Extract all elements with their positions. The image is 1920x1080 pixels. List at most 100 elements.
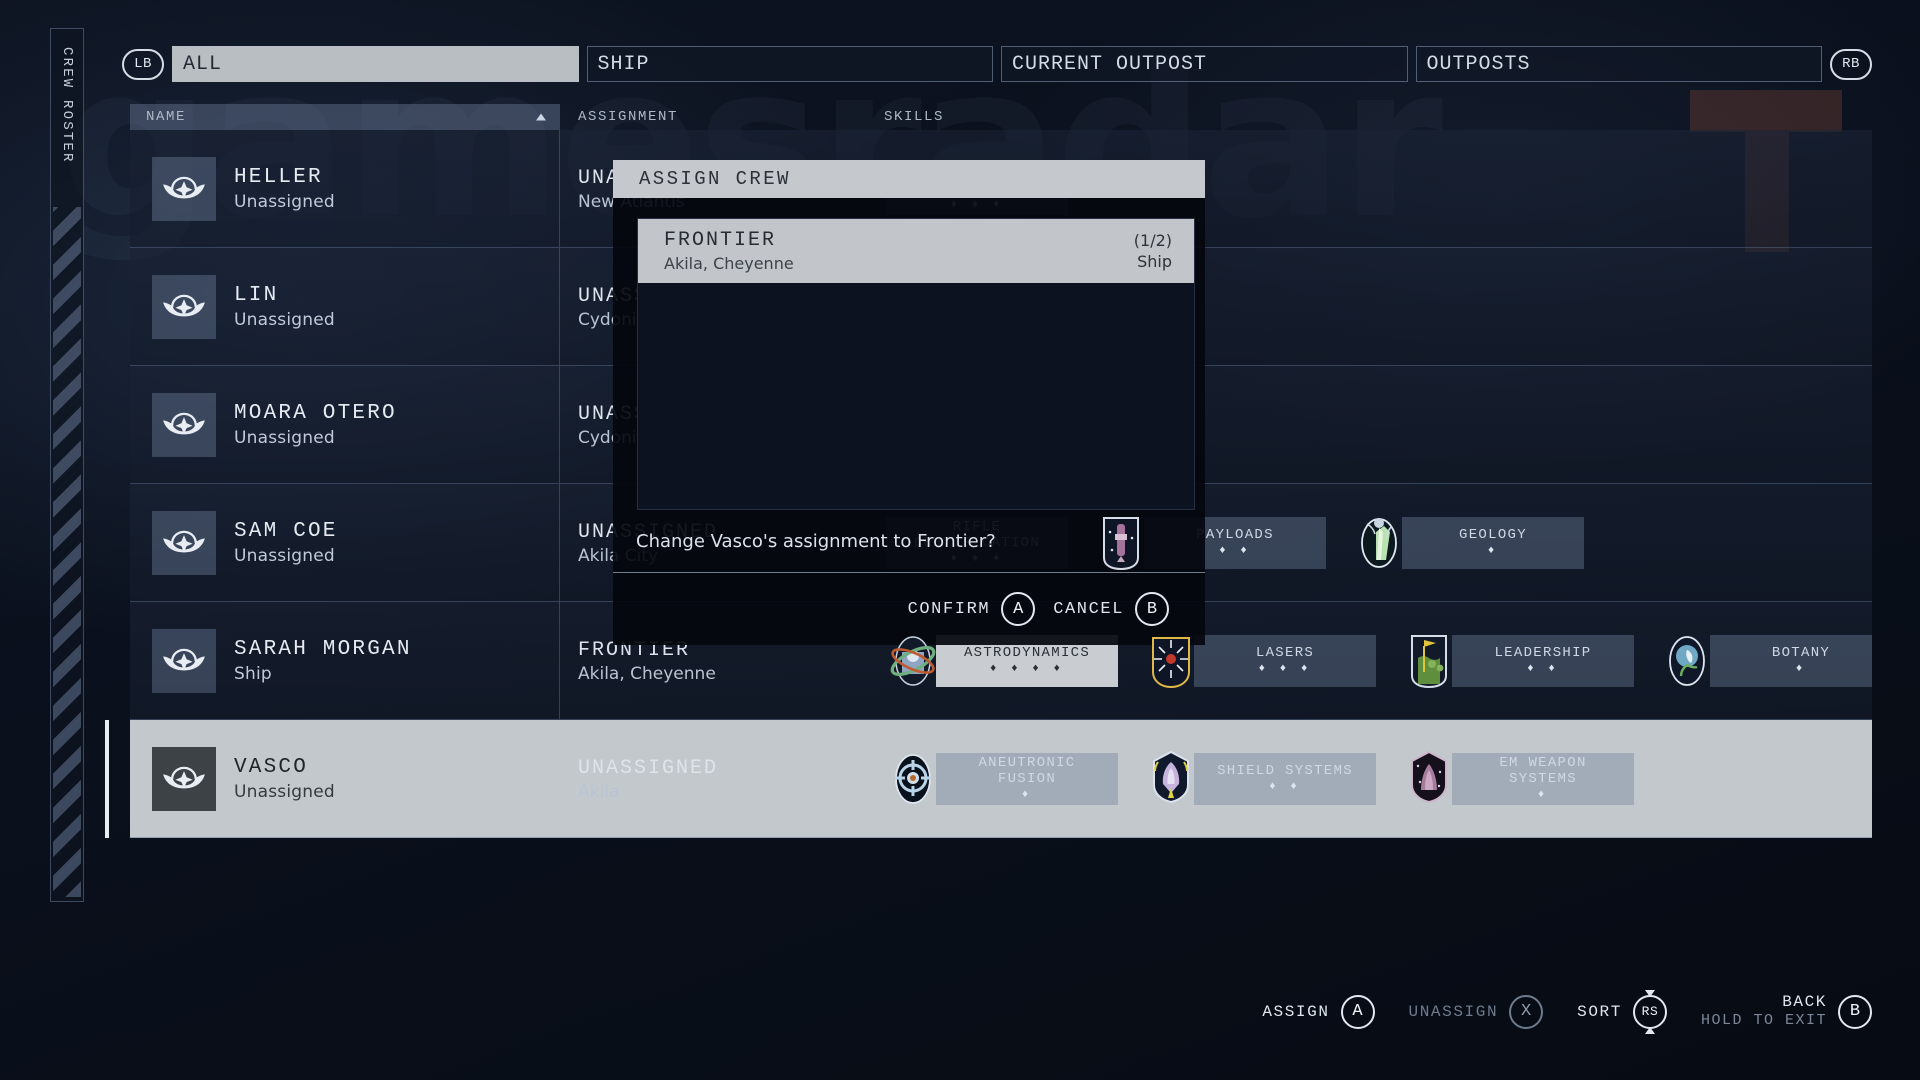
assignment-location: Akila xyxy=(578,781,620,802)
skill-badge[interactable]: LEADERSHIP ♦ ♦ xyxy=(1402,630,1634,692)
gamepad-b-button-icon[interactable]: B xyxy=(1135,592,1169,626)
avatar xyxy=(152,746,216,811)
skill-badge[interactable]: GEOLOGY ♦ xyxy=(1352,512,1584,574)
filter-tab-ship[interactable]: SHIP xyxy=(586,46,993,82)
skill-name: SHIELD SYSTEMS xyxy=(1217,762,1353,779)
gamepad-a-button-icon[interactable]: A xyxy=(1001,592,1036,626)
table-row[interactable]: VASCO Unassigned UNASSIGNED Akila ANEUTRONI… xyxy=(105,720,1872,838)
crew-name-cell: SAM COE Unassigned xyxy=(130,484,560,601)
filter-tab-label: OUTPOSTS xyxy=(1426,52,1531,76)
skill-name: GEOLOGY xyxy=(1459,526,1527,543)
gamepad-rs-button-icon[interactable]: RS xyxy=(1632,989,1667,1034)
skill-rank-pips: ♦ ♦ xyxy=(1269,781,1301,794)
gamepad-b-button-icon[interactable]: B xyxy=(1838,994,1872,1029)
payloads-icon xyxy=(1103,516,1139,570)
hint-back[interactable]: BACK HOLD TO EXIT B xyxy=(1701,993,1872,1030)
assign-option-info: FRONTIER Akila, Cheyenne xyxy=(664,229,794,273)
sort-ascending-icon xyxy=(536,113,546,121)
column-header-name[interactable]: NAME xyxy=(130,104,560,130)
crew-name-cell: SARAH MORGAN Ship xyxy=(130,602,560,719)
hint-sublabel: HOLD TO EXIT xyxy=(1700,1012,1827,1030)
avatar xyxy=(152,156,216,221)
skill-rank-pips: ♦ ♦ ♦ ♦ xyxy=(989,663,1065,676)
controller-hint-bar: ASSIGN A UNASSIGN X SORT RS BACK HOLD TO… xyxy=(1262,989,1872,1034)
skill-name: EM WEAPON SYSTEMS xyxy=(1499,755,1587,787)
em-weapon-systems-icon xyxy=(1411,750,1447,803)
filter-tab-all[interactable]: ALL xyxy=(172,46,579,82)
gamepad-button-letter: A xyxy=(1352,1002,1363,1022)
crew-emblem-icon xyxy=(163,530,205,552)
crew-roster-side-tab[interactable]: CREW ROSTER xyxy=(50,28,84,902)
skill-name: LASERS xyxy=(1255,644,1315,661)
hint-assign[interactable]: ASSIGN A xyxy=(1262,994,1375,1029)
crew-name-text-group: SAM COE Unassigned xyxy=(234,519,338,565)
skill-chip: EM WEAPON SYSTEMS ♦ xyxy=(1452,752,1634,805)
crew-emblem-icon xyxy=(163,176,205,198)
leadership-icon xyxy=(1411,634,1447,688)
filter-tab-current-outpost[interactable]: CURRENT OUTPOST xyxy=(1001,46,1408,82)
crew-status: Unassigned xyxy=(234,191,335,212)
geology-icon xyxy=(1361,517,1397,568)
hint-sort[interactable]: SORT RS xyxy=(1577,989,1667,1034)
avatar xyxy=(152,628,216,693)
crew-name-text-group: MOARA OTERO Unassigned xyxy=(234,401,397,447)
avatar xyxy=(152,510,216,575)
stick-up-nub-icon xyxy=(1644,989,1655,997)
hint-label: BACK xyxy=(1782,993,1827,1012)
assign-option-capacity: (1/2) xyxy=(1133,231,1172,250)
assign-option-type: Ship xyxy=(1137,252,1172,271)
skill-name: BOTANY xyxy=(1771,644,1831,661)
filter-tab-label: SHIP xyxy=(597,52,650,76)
stick-down-nub-icon xyxy=(1644,1026,1655,1034)
gamepad-x-button-icon[interactable]: X xyxy=(1509,994,1544,1029)
gamepad-button-letter: RS xyxy=(1641,1004,1659,1020)
skill-badge[interactable]: ANEUTRONIC FUSION ♦ xyxy=(886,748,1118,810)
crew-status: Unassigned xyxy=(234,781,335,802)
assign-crew-option-list: FRONTIER Akila, Cheyenne (1/2) Ship xyxy=(637,218,1195,510)
cancel-label: CANCEL xyxy=(1053,599,1124,619)
astrodynamics-icon xyxy=(890,635,936,686)
gamepad-a-button-icon[interactable]: A xyxy=(1340,994,1375,1029)
botany-icon xyxy=(1669,635,1705,686)
assignment-name: UNASSIGNED xyxy=(578,756,719,780)
confirm-label: CONFIRM xyxy=(907,599,991,619)
assign-option-location: Akila, Cheyenne xyxy=(664,254,794,273)
column-header-assignment[interactable]: ASSIGNMENT xyxy=(560,104,880,130)
filter-tab-label: ALL xyxy=(183,52,223,76)
modal-title: ASSIGN CREW xyxy=(639,168,791,190)
crew-emblem-icon xyxy=(163,648,205,670)
right-bumper-icon[interactable]: RB xyxy=(1830,48,1872,80)
hint-label: UNASSIGN xyxy=(1408,1002,1499,1021)
aneutronic-fusion-icon xyxy=(895,753,931,804)
cancel-button[interactable]: CANCEL B xyxy=(1053,592,1169,626)
skill-badge[interactable]: SHIELD SYSTEMS ♦ ♦ xyxy=(1144,748,1376,810)
filter-tab-bar: LB ALL SHIP CURRENT OUTPOST OUTPOSTS RB xyxy=(122,45,1872,83)
crew-name: LIN xyxy=(234,284,279,308)
skill-badge[interactable]: EM WEAPON SYSTEMS ♦ xyxy=(1402,748,1634,810)
shield-systems-icon xyxy=(1144,748,1198,810)
crew-name-cell: LIN Unassigned xyxy=(130,248,560,365)
crew-status: Unassigned xyxy=(234,427,335,448)
geology-icon xyxy=(1352,512,1406,574)
skill-badge[interactable]: LASERS ♦ ♦ ♦ xyxy=(1144,630,1376,692)
avatar xyxy=(152,274,216,339)
skill-badge[interactable]: BOTANY ♦ xyxy=(1660,630,1872,692)
confirm-button[interactable]: CONFIRM A xyxy=(908,592,1036,626)
skill-rank-pips: ♦ xyxy=(1537,788,1549,801)
skill-rank-pips: ♦ xyxy=(1487,545,1499,558)
botany-icon xyxy=(1660,630,1714,692)
crew-name-cell: VASCO Unassigned xyxy=(130,720,560,837)
filter-tab-outposts[interactable]: OUTPOSTS xyxy=(1415,46,1822,82)
skill-badge[interactable]: PAYLOADS ♦ ♦ xyxy=(1094,512,1326,574)
lasers-icon xyxy=(1144,630,1198,692)
crew-name-text-group: SARAH MORGAN Ship xyxy=(234,637,412,683)
hint-unassign[interactable]: UNASSIGN X xyxy=(1408,994,1544,1029)
hint-label: ASSIGN xyxy=(1262,1002,1330,1021)
crew-status: Ship xyxy=(234,663,272,684)
left-bumper-icon[interactable]: LB xyxy=(122,48,164,80)
modal-prompt-text: Change Vasco's assignment to Frontier? xyxy=(636,530,996,552)
astrodynamics-icon xyxy=(886,630,940,692)
assign-option[interactable]: FRONTIER Akila, Cheyenne (1/2) Ship xyxy=(638,219,1194,283)
column-header-skills[interactable]: SKILLS xyxy=(880,104,1872,130)
em-weapon-systems-icon xyxy=(1402,748,1456,810)
